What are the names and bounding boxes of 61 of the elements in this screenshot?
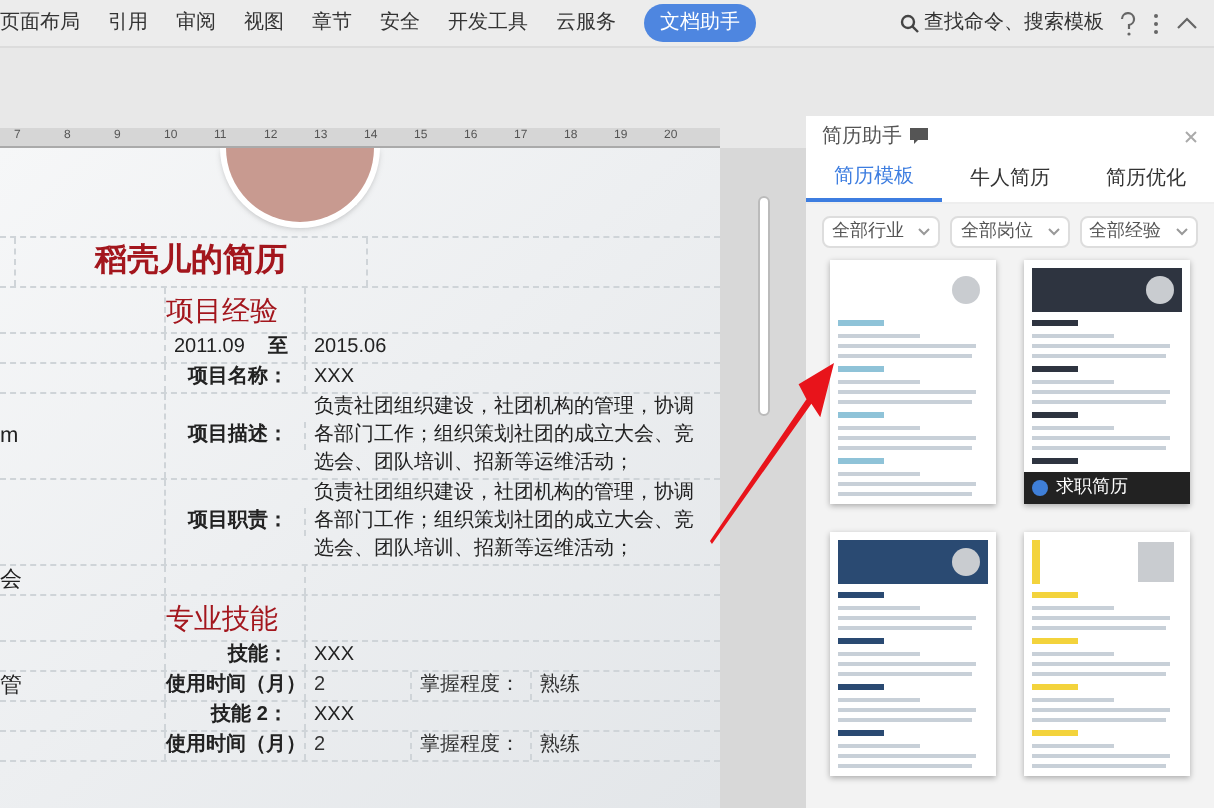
ribbon-tab[interactable]: 章节 bbox=[312, 8, 352, 38]
filter-dropdown[interactable]: 全部岗位 bbox=[950, 216, 1070, 248]
field-label: 项目职责： bbox=[188, 510, 288, 532]
cut-off-text: m bbox=[0, 422, 19, 450]
chat-icon[interactable] bbox=[910, 128, 928, 144]
date-separator: 至 bbox=[268, 334, 288, 362]
resume-title: 稻壳儿的简历 bbox=[95, 241, 287, 282]
ribbon-tab[interactable]: 云服务 bbox=[556, 8, 616, 38]
ribbon-tab[interactable]: 视图 bbox=[244, 8, 284, 38]
field-label: 掌握程度： bbox=[420, 674, 520, 696]
field-label: 技能： bbox=[228, 644, 288, 666]
ribbon-tab[interactable]: 安全 bbox=[380, 8, 420, 38]
field-value: XXX bbox=[312, 642, 357, 670]
field-value: 2 bbox=[314, 734, 326, 756]
avatar-placeholder bbox=[952, 548, 980, 576]
field-label: 使用时间（月） bbox=[166, 734, 306, 756]
start-date: 2011.09 bbox=[174, 334, 245, 362]
search-icon bbox=[900, 13, 920, 33]
field-value: 熟练 bbox=[538, 672, 580, 700]
field-value: 2 bbox=[314, 674, 326, 696]
collapse-icon[interactable] bbox=[1176, 16, 1198, 30]
field-value: 负责社团组织建设，社团机构的管理，协调各部门工作；组织策划社团的成立大会、竞选会、团队培训、招新等运维活动； bbox=[312, 480, 696, 564]
end-date: 2015.06 bbox=[312, 334, 387, 362]
avatar-placeholder bbox=[1138, 542, 1174, 582]
chevron-down-icon bbox=[1175, 228, 1188, 236]
avatar-placeholder bbox=[1146, 276, 1174, 304]
chevron-down-icon bbox=[1047, 228, 1060, 236]
scrollbar[interactable] bbox=[757, 196, 769, 416]
field-label: 使用时间（月） bbox=[166, 674, 306, 696]
ribbon-tab[interactable]: 引用 bbox=[108, 8, 148, 38]
resume-template-thumbnail[interactable] bbox=[830, 260, 996, 504]
avatar-placeholder bbox=[952, 276, 980, 304]
ribbon-tab[interactable]: 文档助手 bbox=[644, 4, 756, 42]
section-heading: 项目经验 bbox=[166, 294, 278, 326]
command-search[interactable]: 查找命令、搜索模板 bbox=[900, 8, 1104, 38]
panel-title: 简历助手 bbox=[822, 123, 902, 151]
filter-dropdown[interactable]: 全部经验 bbox=[1079, 216, 1198, 248]
field-value: XXX bbox=[312, 702, 357, 730]
panel-tab[interactable]: 牛人简历 bbox=[942, 156, 1078, 202]
more-icon[interactable] bbox=[1152, 11, 1160, 35]
field-label: 技能 2： bbox=[211, 704, 288, 726]
panel-tab[interactable]: 简历优化 bbox=[1078, 156, 1214, 202]
resume-template-thumbnail[interactable] bbox=[830, 532, 996, 776]
resume-template-thumbnail[interactable] bbox=[1024, 532, 1190, 776]
resume-template-thumbnail[interactable]: 求职简历 bbox=[1024, 260, 1190, 504]
filter-dropdown[interactable]: 全部行业 bbox=[822, 216, 941, 248]
field-value: 负责社团组织建设，社团机构的管理，协调各部门工作；组织策划社团的成立大会、竞选会、团队培训、招新等运维活动； bbox=[312, 394, 696, 478]
chevron-down-icon bbox=[918, 228, 931, 236]
field-value: XXX bbox=[312, 364, 357, 392]
field-label: 项目描述： bbox=[188, 424, 288, 446]
section-heading: 专业技能 bbox=[166, 602, 278, 634]
cut-off-text: 会 bbox=[0, 566, 22, 594]
ribbon-tab[interactable]: 开发工具 bbox=[448, 8, 528, 38]
ribbon-tab[interactable]: 页面布局 bbox=[0, 8, 80, 38]
field-value: 熟练 bbox=[538, 732, 580, 760]
help-icon[interactable] bbox=[1120, 11, 1136, 35]
field-label: 项目名称： bbox=[188, 366, 288, 388]
template-banner: 求职简历 bbox=[1024, 472, 1190, 504]
cut-off-text: 管 bbox=[0, 672, 22, 700]
ribbon-tab[interactable]: 审阅 bbox=[176, 8, 216, 38]
field-label: 掌握程度： bbox=[420, 734, 520, 756]
